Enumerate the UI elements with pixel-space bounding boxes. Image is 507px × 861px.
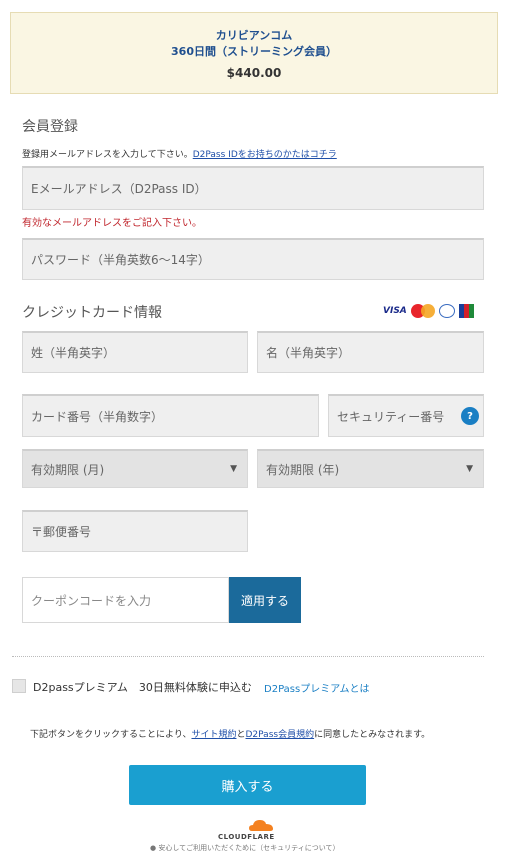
instruction-text: 登録用メールアドレスを入力して下さい。 [22, 150, 193, 160]
d2pass-login-link[interactable]: D2Pass IDをお持ちのかたはコチラ [193, 150, 337, 160]
premium-label: D2passプレミアム 30日無料体験に申込む [33, 681, 252, 694]
password-field[interactable]: パスワード（半角英数6～14字） [22, 238, 484, 280]
email-error: 有効なメールアドレスをご記入下さい。 [22, 218, 202, 229]
apply-coupon-button[interactable]: 適用する [229, 577, 301, 623]
email-field[interactable]: Eメールアドレス（D2Pass ID） [22, 166, 484, 210]
last-name-field[interactable]: 姓（半角英字） [22, 331, 248, 373]
security-code-placeholder: セキュリティー番号 [337, 409, 445, 424]
card-section-title: クレジットカード情報 [22, 305, 162, 321]
registration-title: 会員登録 [22, 119, 78, 135]
product-name: カリビアンコム [215, 29, 293, 42]
mastercard-icon [410, 304, 435, 318]
security-note-text: 安心してご利用いただくために（セキュリティについて） [158, 844, 340, 852]
expiry-year-select[interactable]: 有効期限 (年) ▼ [257, 449, 484, 488]
jcb-icon [458, 304, 474, 318]
card-number-field[interactable]: カード番号（半角数字） [22, 394, 319, 437]
site-terms-link[interactable]: サイト規約 [191, 730, 236, 740]
security-code-field[interactable]: セキュリティー番号 ? [328, 394, 484, 437]
divider [12, 656, 484, 657]
order-summary: カリビアンコム 360日間（ストリーミング会員） $440.00 [10, 12, 498, 94]
expiry-year-label: 有効期限 (年) [266, 462, 340, 477]
member-terms-link[interactable]: D2Pass会員規約 [246, 730, 315, 740]
agreement-suffix: に同意したとみなされます。 [314, 730, 431, 740]
agreement-prefix: 下記ボタンをクリックすることにより、 [30, 730, 192, 740]
premium-info-link[interactable]: D2Passプレミアムとは [264, 680, 370, 695]
lock-icon: ● [150, 844, 157, 852]
expiry-month-label: 有効期限 (月) [31, 462, 105, 477]
help-icon[interactable]: ? [461, 407, 479, 425]
first-name-field[interactable]: 名（半角英字） [257, 331, 484, 373]
cloudflare-logo-text: CLOUDFLARE [218, 833, 275, 841]
registration-instruction: 登録用メールアドレスを入力して下さい。D2Pass IDをお持ちのかたはコチラ [22, 147, 337, 160]
agreement-text: 下記ボタンをクリックすることにより、サイト規約とD2Pass会員規約に同意したと… [30, 727, 430, 740]
postal-code-field[interactable]: 〒郵便番号 [22, 510, 248, 552]
purchase-button[interactable]: 購入する [129, 765, 366, 805]
expiry-month-select[interactable]: 有効期限 (月) ▼ [22, 449, 248, 488]
agreement-and: と [236, 730, 246, 740]
coupon-input[interactable]: クーポンコードを入力 [22, 577, 229, 623]
security-note-link[interactable]: ● 安心してご利用いただくために（セキュリティについて） [150, 843, 340, 853]
premium-checkbox[interactable] [12, 679, 26, 693]
chevron-down-icon: ▼ [466, 464, 473, 474]
cloudflare-icon [249, 820, 273, 831]
card-brands: VISA [383, 304, 474, 318]
chevron-down-icon: ▼ [230, 464, 237, 474]
plan-name: 360日間（ストリーミング会員） [171, 45, 337, 58]
diners-icon [438, 304, 455, 318]
visa-icon: VISA [383, 306, 407, 316]
price: $440.00 [226, 66, 282, 80]
